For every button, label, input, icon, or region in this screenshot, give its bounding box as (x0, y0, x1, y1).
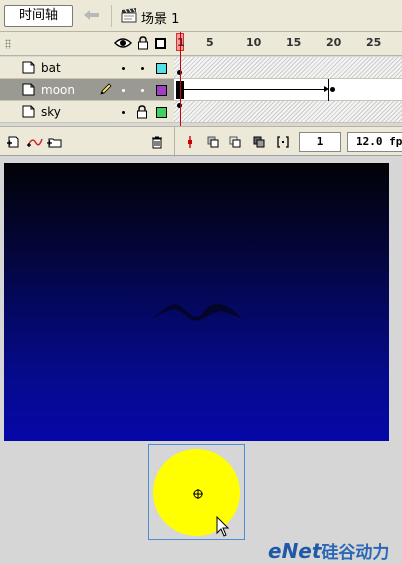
outline-icon[interactable] (155, 38, 166, 49)
lock-icon[interactable] (136, 105, 148, 119)
top-toolbar: 时间轴 场景 1 (0, 0, 402, 32)
eye-icon[interactable] (114, 37, 132, 49)
outline-color-swatch[interactable] (156, 85, 167, 96)
timeline-footer: 1 12.0 fps (0, 126, 402, 157)
insert-layer-icon[interactable] (6, 135, 20, 149)
stage-canvas[interactable] (4, 163, 389, 441)
visibility-dot[interactable] (122, 111, 125, 114)
toolbar-divider (111, 5, 112, 27)
layer-row-sky[interactable]: sky (0, 101, 174, 123)
timeline-header: 1 5 10 15 20 25 (0, 32, 402, 56)
frame-rate-field[interactable]: 12.0 fps (347, 132, 402, 152)
onion-skin-outlines-icon[interactable] (228, 135, 242, 149)
center-frame-icon[interactable] (183, 135, 197, 149)
ruler-label-5: 5 (206, 36, 214, 49)
lock-dot[interactable] (141, 67, 144, 70)
layer-page-icon (22, 61, 35, 74)
mouse-pointer-icon (216, 515, 230, 538)
layer-page-icon (22, 105, 35, 118)
frame-grid[interactable] (174, 32, 402, 126)
outline-color-swatch[interactable] (156, 107, 167, 118)
frame-span-end (328, 79, 329, 101)
timeline-toggle-button[interactable]: 时间轴 (4, 5, 73, 27)
frame-row-bat[interactable] (174, 57, 402, 79)
bat-symbol[interactable] (150, 297, 244, 321)
layer-row-moon[interactable]: moon (0, 79, 174, 101)
visibility-dot[interactable] (122, 67, 125, 70)
watermark-cn: 硅谷动力 (321, 543, 390, 563)
outline-color-swatch[interactable] (156, 63, 167, 74)
registration-point-icon (193, 488, 203, 499)
stage-workspace[interactable] (0, 157, 402, 564)
panel-grip[interactable] (5, 39, 11, 49)
lock-icon[interactable] (137, 36, 149, 50)
back-arrow-icon[interactable] (83, 8, 101, 24)
ruler-label-20: 20 (326, 36, 342, 49)
pencil-icon (99, 82, 113, 96)
scene-clapper-icon (121, 7, 137, 23)
keyframe[interactable] (330, 87, 335, 92)
motion-tween-line (184, 89, 326, 90)
layer-name: bat (41, 61, 61, 75)
edit-multiple-frames-icon[interactable] (252, 135, 266, 149)
lock-dot[interactable] (141, 89, 144, 92)
ruler-label-25: 25 (366, 36, 382, 49)
watermark-logo: eNet硅谷动力 (268, 538, 389, 563)
playhead-line (180, 32, 181, 126)
trash-icon[interactable] (150, 135, 164, 149)
footer-divider (174, 127, 175, 157)
ruler-label-10: 10 (246, 36, 262, 49)
watermark-brand: eNet (268, 539, 322, 563)
onion-skin-icon[interactable] (206, 135, 220, 149)
layer-name: sky (41, 105, 61, 119)
layer-list: bat moon sky (0, 57, 174, 123)
insert-folder-icon[interactable] (46, 135, 62, 149)
layer-name: moon (41, 83, 75, 97)
layer-row-bat[interactable]: bat (0, 57, 174, 79)
moon-symbol-selection[interactable] (148, 444, 245, 540)
layer-page-icon (22, 83, 35, 96)
visibility-dot[interactable] (122, 89, 125, 92)
frame-ruler[interactable]: 1 5 10 15 20 25 (174, 32, 402, 56)
frame-row-sky[interactable] (174, 101, 402, 123)
modify-onion-markers-icon[interactable] (276, 135, 290, 149)
ruler-label-15: 15 (286, 36, 302, 49)
frame-row-moon[interactable] (174, 79, 402, 101)
current-frame-field[interactable]: 1 (299, 132, 341, 152)
scene-name[interactable]: 场景 1 (141, 8, 179, 27)
add-motion-guide-icon[interactable] (26, 135, 43, 149)
